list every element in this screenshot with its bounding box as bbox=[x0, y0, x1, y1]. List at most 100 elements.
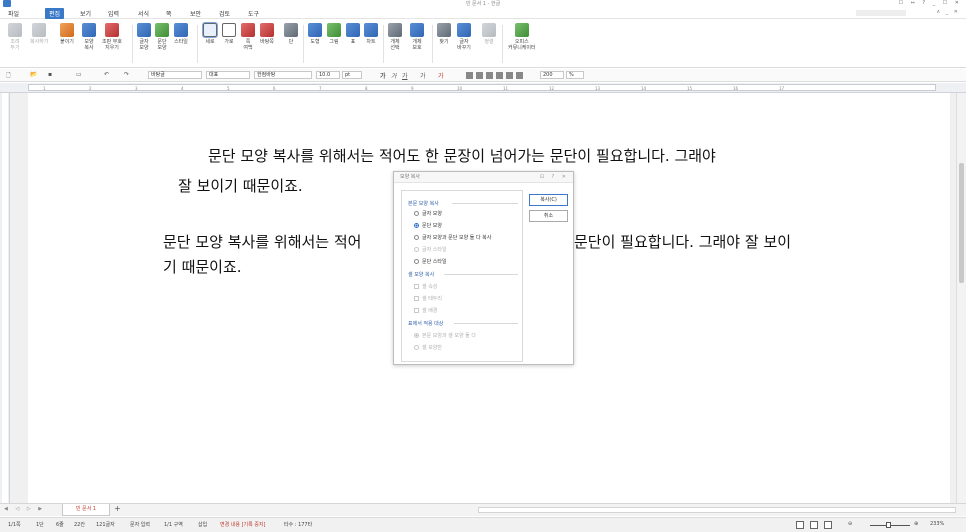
horizontal-ruler[interactable]: 1 2 3 4 5 6 7 8 9 10 11 12 13 14 15 16 1… bbox=[0, 83, 966, 93]
undo-icon[interactable]: ↶ bbox=[104, 71, 109, 78]
style-button[interactable]: 스타일 bbox=[174, 23, 188, 45]
new-doc-icon[interactable]: 🗋 bbox=[6, 71, 11, 81]
align-left-icon[interactable] bbox=[476, 72, 483, 79]
menu-edit[interactable]: 편집 bbox=[45, 8, 65, 19]
margin-button[interactable]: 쪽 여백 bbox=[241, 23, 255, 51]
paragraph-1-line-2[interactable]: 잘 보이기 때문이죠. bbox=[178, 175, 303, 196]
font-select[interactable]: 한컴바탕 bbox=[254, 71, 312, 79]
status-input-mode[interactable]: 문자 입력 bbox=[130, 521, 150, 528]
menu-view[interactable]: 보기 bbox=[80, 9, 91, 18]
copy-button[interactable]: 복사하기 bbox=[30, 23, 48, 45]
align-justify-icon[interactable] bbox=[466, 72, 473, 79]
menu-tools[interactable]: 도구 bbox=[248, 9, 259, 18]
menu-file[interactable]: 파일 bbox=[8, 9, 19, 18]
portrait-button[interactable]: 세로 bbox=[202, 22, 218, 45]
align-split-icon[interactable] bbox=[516, 72, 523, 79]
redo-icon[interactable]: ↷ bbox=[124, 71, 129, 78]
underline-icon[interactable]: 가 bbox=[402, 71, 408, 80]
quick-search-box[interactable] bbox=[856, 10, 906, 16]
ribbon-separator bbox=[383, 25, 384, 63]
picture-button[interactable]: 그림 bbox=[327, 23, 341, 45]
align-distribute-icon[interactable] bbox=[506, 72, 513, 79]
status-char-count: 121글자 bbox=[96, 522, 115, 528]
scrollbar-thumb[interactable] bbox=[959, 163, 964, 283]
copy-button[interactable]: 복사(C) bbox=[529, 194, 568, 206]
zoom-slider-knob[interactable] bbox=[886, 522, 891, 528]
menu-format[interactable]: 서식 bbox=[138, 9, 149, 18]
vertical-ruler[interactable] bbox=[0, 93, 10, 503]
para-shape-button[interactable]: 문단 모양 bbox=[155, 23, 169, 51]
clear-code-button[interactable]: 조판 부호 지우기 bbox=[102, 23, 122, 51]
font-size-input[interactable]: 10.0 bbox=[316, 71, 340, 79]
option-cell-attr: 셀 속성 bbox=[414, 283, 437, 290]
italic-icon[interactable]: 가 bbox=[391, 71, 397, 80]
font-unit-select[interactable]: pt bbox=[342, 71, 362, 79]
language-select[interactable]: 대표 bbox=[206, 71, 250, 79]
add-tab-icon[interactable]: + bbox=[114, 504, 121, 513]
option-para-style[interactable]: 문단 스타일 bbox=[414, 258, 447, 265]
group-divider bbox=[454, 323, 518, 324]
paragraph-2-line-1b[interactable]: 문단이 필요합니다. 그래야 잘 보이 bbox=[574, 231, 791, 252]
object-protect-button[interactable]: 개체 보호 bbox=[410, 23, 424, 51]
print-icon[interactable]: ▭ bbox=[76, 71, 82, 78]
table-button[interactable]: 표 bbox=[346, 23, 360, 45]
font-color-icon[interactable]: 가 bbox=[438, 71, 444, 80]
vertical-scrollbar[interactable] bbox=[956, 93, 966, 503]
paste-button[interactable]: 붙이기 bbox=[60, 23, 74, 45]
style-select[interactable]: 바탕글 bbox=[148, 71, 202, 79]
zoom-unit-select[interactable]: % bbox=[566, 71, 584, 79]
chart-button[interactable]: 차트 bbox=[364, 23, 378, 45]
status-bar: 1/1쪽 1단 6줄 22칸 121글자 문자 입력 1/1 구역 삽입 변경 … bbox=[0, 517, 966, 532]
horizontal-scrollbar[interactable] bbox=[478, 507, 956, 513]
find-button[interactable]: 찾기 bbox=[437, 23, 451, 45]
format-copy-button[interactable]: 모양 복사 bbox=[82, 23, 96, 51]
status-zoom[interactable]: 233% bbox=[930, 521, 944, 527]
landscape-button[interactable]: 가로 bbox=[222, 23, 236, 45]
menu-security[interactable]: 보안 bbox=[190, 9, 201, 18]
office-communicator-button[interactable]: 오피스 커뮤니케이터 bbox=[508, 23, 536, 51]
menu-insert[interactable]: 입력 bbox=[108, 9, 119, 18]
para-shape-icon bbox=[155, 23, 169, 37]
align-center-icon[interactable] bbox=[486, 72, 493, 79]
option-char-shape[interactable]: 글자 모양 bbox=[414, 210, 442, 217]
object-select-button[interactable]: 개체 선택 bbox=[388, 23, 402, 51]
menu-page[interactable]: 쪽 bbox=[166, 9, 172, 18]
save-icon[interactable]: ▪ bbox=[48, 71, 52, 78]
picture-icon bbox=[327, 23, 341, 37]
column-button[interactable]: 단 bbox=[284, 23, 298, 45]
view-web-icon[interactable] bbox=[810, 521, 818, 529]
menu-review[interactable]: 검토 bbox=[219, 9, 230, 18]
zoom-input[interactable]: 200 bbox=[540, 71, 564, 79]
dialog-controls[interactable]: ⊡ ? ✕ bbox=[540, 172, 569, 183]
align-right-icon[interactable] bbox=[496, 72, 503, 79]
status-insert[interactable]: 삽입 bbox=[198, 521, 207, 528]
document-tab-bar: ◀ ◁ ▷ ▶ 빈 문서 1 + bbox=[0, 503, 966, 516]
cancel-button[interactable]: 취소 bbox=[529, 210, 568, 222]
open-icon[interactable]: 📂 bbox=[30, 71, 37, 78]
view-normal-icon[interactable] bbox=[796, 521, 804, 529]
zoom-in-icon[interactable]: ⊕ bbox=[914, 521, 918, 527]
sort-button[interactable]: 정렬 bbox=[482, 23, 496, 45]
window-controls[interactable]: ☐ ⇔ ? _ ☐ ✕ bbox=[899, 0, 962, 6]
view-outline-icon[interactable] bbox=[824, 521, 832, 529]
status-track-changes[interactable]: 변경 내용 [기록 중지] bbox=[220, 521, 265, 528]
paragraph-2-line-2[interactable]: 기 때문이죠. bbox=[163, 256, 242, 277]
replace-button[interactable]: 글자 바꾸기 bbox=[457, 23, 471, 51]
shape-button[interactable]: 도형 bbox=[308, 23, 322, 45]
object-select-icon bbox=[388, 23, 402, 37]
tab-nav-arrows[interactable]: ◀ ◁ ▷ ▶ bbox=[4, 506, 45, 512]
bold-icon[interactable]: 가 bbox=[380, 71, 386, 80]
landscape-icon bbox=[222, 23, 236, 37]
zoom-out-icon[interactable]: ⊖ bbox=[848, 521, 852, 527]
cut-button[interactable]: 조려 두기 bbox=[8, 23, 22, 51]
ribbon-controls[interactable]: ∧ _ ✕ bbox=[936, 9, 960, 15]
strike-icon[interactable]: 가 bbox=[420, 71, 426, 80]
master-page-button[interactable]: 바탕쪽 bbox=[260, 23, 274, 45]
option-para-shape[interactable]: 문단 모양 bbox=[414, 222, 442, 229]
paragraph-1-line-1[interactable]: 문단 모양 복사를 위해서는 적어도 한 문장이 넘어가는 문단이 필요합니다.… bbox=[208, 145, 716, 166]
paragraph-2-line-1a[interactable]: 문단 모양 복사를 위해서는 적어 bbox=[163, 231, 361, 252]
char-shape-button[interactable]: 글자 모양 bbox=[137, 23, 151, 51]
tab-document-1[interactable]: 빈 문서 1 bbox=[62, 504, 110, 516]
option-both-shapes[interactable]: 글자 모양과 문단 모양 둘 다 복사 bbox=[414, 234, 491, 241]
margin-icon bbox=[241, 23, 255, 37]
